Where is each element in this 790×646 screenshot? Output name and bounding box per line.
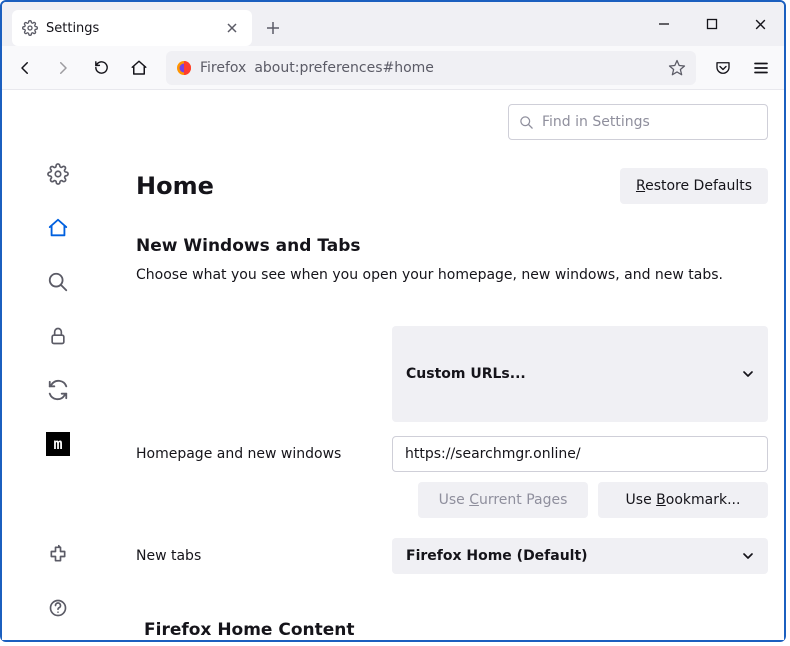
- pocket-button[interactable]: [706, 51, 740, 85]
- reload-button[interactable]: [84, 51, 118, 85]
- section-heading: New Windows and Tabs: [136, 236, 768, 256]
- browser-tab[interactable]: Settings: [12, 10, 252, 46]
- settings-main: Home Restore Defaults New Windows and Ta…: [114, 90, 784, 640]
- new-tab-button[interactable]: [258, 13, 288, 43]
- minimize-button[interactable]: [640, 2, 688, 46]
- menu-button[interactable]: [744, 51, 778, 85]
- url-bar[interactable]: Firefox about:preferences#home: [166, 51, 696, 85]
- homepage-mode-dropdown[interactable]: Custom URLs...: [392, 326, 768, 422]
- dropdown-label: Custom URLs...: [406, 366, 526, 382]
- forward-button[interactable]: [46, 51, 80, 85]
- sidebar-item-sync[interactable]: [44, 376, 72, 404]
- tab-title: Settings: [46, 21, 214, 36]
- homepage-url-input[interactable]: [392, 436, 768, 472]
- find-in-settings[interactable]: [508, 104, 768, 140]
- use-current-pages-button[interactable]: Use Current Pages: [418, 482, 588, 518]
- chevron-down-icon: [742, 550, 754, 562]
- section-heading: Firefox Home Content: [144, 620, 768, 640]
- homepage-label: Homepage and new windows: [136, 446, 392, 462]
- newtabs-dropdown[interactable]: Firefox Home (Default): [392, 538, 768, 574]
- sidebar-item-search[interactable]: [44, 268, 72, 296]
- dropdown-label: Firefox Home (Default): [406, 548, 588, 564]
- gear-icon: [22, 20, 38, 36]
- url-identity: Firefox: [200, 60, 246, 76]
- sidebar-item-home[interactable]: [44, 214, 72, 242]
- maximize-button[interactable]: [688, 2, 736, 46]
- url-path: about:preferences#home: [254, 60, 660, 76]
- search-icon: [519, 115, 534, 130]
- restore-defaults-button[interactable]: Restore Defaults: [620, 168, 768, 204]
- back-button[interactable]: [8, 51, 42, 85]
- newtabs-label: New tabs: [136, 548, 392, 564]
- sidebar-item-mozilla[interactable]: m: [44, 430, 72, 458]
- close-icon[interactable]: [222, 18, 242, 38]
- sidebar-item-extensions[interactable]: [44, 540, 72, 568]
- sidebar-item-general[interactable]: [44, 160, 72, 188]
- window-controls: [640, 2, 784, 46]
- settings-sidebar: m: [2, 90, 114, 640]
- home-button[interactable]: [122, 51, 156, 85]
- chevron-down-icon: [742, 368, 754, 380]
- section-description: Choose what you see when you open your h…: [136, 266, 768, 286]
- page-title: Home: [136, 172, 620, 200]
- use-bookmark-button[interactable]: Use Bookmark...: [598, 482, 768, 518]
- firefox-icon: [176, 60, 192, 76]
- star-icon[interactable]: [668, 59, 686, 77]
- browser-toolbar: Firefox about:preferences#home: [2, 46, 784, 90]
- close-button[interactable]: [736, 2, 784, 46]
- sidebar-item-privacy[interactable]: [44, 322, 72, 350]
- mozilla-icon: m: [46, 432, 70, 456]
- sidebar-item-help[interactable]: [44, 594, 72, 622]
- titlebar: Settings: [2, 2, 784, 46]
- search-input[interactable]: [542, 114, 757, 130]
